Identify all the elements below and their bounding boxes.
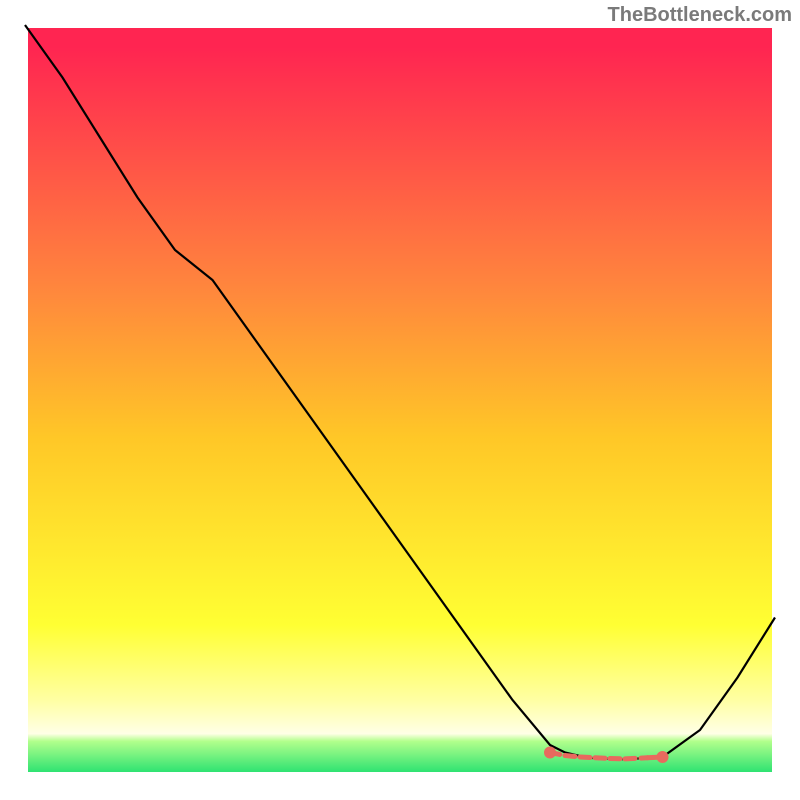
plot-area	[25, 25, 775, 775]
bottleneck-chart: TheBottleneck.com	[0, 0, 800, 800]
plot-background	[25, 25, 775, 775]
plot-svg	[0, 0, 800, 800]
marker-segment	[625, 758, 648, 759]
marker-dot	[544, 747, 556, 759]
marker-dot	[657, 751, 669, 763]
attribution-label: TheBottleneck.com	[608, 4, 792, 27]
